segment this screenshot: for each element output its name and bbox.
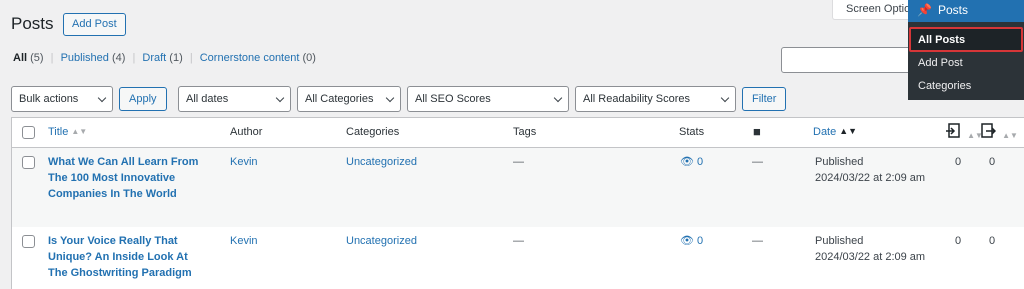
separator: | [189, 52, 193, 64]
stats-link[interactable]: 👁 0 [680, 234, 703, 247]
view-all-link[interactable]: All [13, 52, 27, 64]
date-status: Published [815, 235, 864, 247]
incoming-links-value: 0 [955, 156, 962, 168]
chevron-down-icon [275, 93, 285, 103]
post-title-line: Companies In The World [48, 188, 177, 200]
post-title-line: Unique? An Inside Look At [48, 251, 188, 263]
category-link[interactable]: Uncategorized [346, 235, 417, 247]
sort-icon: ▲▼ [1002, 131, 1018, 140]
bulk-actions-select[interactable]: Bulk actions [11, 86, 113, 112]
chevron-down-icon [385, 93, 395, 103]
tags-value: — [513, 235, 524, 247]
column-tags-label: Tags [513, 126, 537, 138]
view-draft-link[interactable]: Draft [142, 52, 166, 64]
row-checkbox[interactable] [22, 156, 35, 169]
table-row: Is Your Voice Really That Unique? An Ins… [12, 227, 1024, 289]
view-cornerstone-count: (0) [302, 52, 316, 64]
search-posts-input[interactable] [781, 47, 911, 73]
post-title-line: What We Can All Learn From [48, 156, 199, 168]
submenu-all-posts[interactable]: All Posts [918, 34, 965, 46]
stats-value: 0 [697, 235, 704, 247]
outgoing-links-value: 0 [989, 156, 996, 168]
tags-value: — [513, 156, 524, 168]
incoming-links-icon [946, 123, 960, 138]
column-title-label: Title [48, 126, 69, 138]
outgoing-links-icon [981, 123, 997, 138]
post-title-link[interactable]: What We Can All Learn From The 100 Most … [48, 154, 218, 202]
column-date-label: Date [813, 126, 837, 138]
post-status-views: All (5) | Published (4) | Draft (1) | Co… [13, 52, 316, 64]
comments-value: — [752, 235, 763, 247]
submenu-add-post[interactable]: Add Post [918, 57, 963, 69]
eye-icon: 👁 [680, 235, 694, 247]
incoming-links-column[interactable]: ▲▼ [946, 123, 983, 142]
view-cornerstone-link[interactable]: Cornerstone content [200, 52, 300, 64]
table-row: What We Can All Learn From The 100 Most … [12, 148, 1024, 227]
submenu-categories[interactable]: Categories [918, 80, 971, 92]
eye-icon: 👁 [680, 156, 694, 168]
date-status: Published [815, 156, 864, 168]
posts-table: Title ▲▼ Author Categories Tags Stats ■ D… [11, 117, 1024, 289]
category-filter-value: All Categories [305, 93, 374, 105]
comments-value: — [752, 156, 763, 168]
chevron-down-icon [553, 93, 563, 103]
stats-link[interactable]: 👁 0 [680, 155, 703, 168]
date-cell: Published 2024/03/22 at 2:09 am [815, 233, 925, 265]
row-checkbox[interactable] [22, 235, 35, 248]
author-link[interactable]: Kevin [230, 235, 258, 247]
date-filter-value: All dates [186, 93, 229, 105]
date-filter-select[interactable]: All dates [178, 86, 291, 112]
column-author-label: Author [230, 126, 263, 138]
page-title: Posts [11, 14, 54, 33]
column-title-sort[interactable]: Title ▲▼ [48, 126, 87, 138]
seo-score-filter-select[interactable]: All SEO Scores [407, 86, 569, 112]
outgoing-links-column[interactable]: ▲▼ [981, 123, 1018, 142]
view-draft-count: (1) [169, 52, 183, 64]
filter-button[interactable]: Filter [742, 87, 787, 111]
comments-icon[interactable]: ■ [753, 124, 761, 139]
incoming-links-value: 0 [955, 235, 962, 247]
view-published-link[interactable]: Published [61, 52, 109, 64]
date-value: 2024/03/22 at 2:09 am [815, 251, 926, 263]
select-all-checkbox[interactable] [22, 126, 35, 139]
separator: | [50, 52, 54, 64]
apply-button[interactable]: Apply [119, 87, 167, 111]
date-cell: Published 2024/03/22 at 2:09 am [815, 154, 925, 186]
outgoing-links-value: 0 [989, 235, 996, 247]
sort-desc-icon: ▲▼ [839, 126, 858, 136]
separator: | [132, 52, 136, 64]
readability-filter-select[interactable]: All Readability Scores [575, 86, 736, 112]
chevron-down-icon [720, 93, 730, 103]
column-categories-label: Categories [346, 126, 400, 138]
column-stats-label: Stats [679, 126, 705, 138]
column-date-sort[interactable]: Date ▲▼ [813, 126, 857, 138]
view-published-count: (4) [111, 52, 126, 64]
stats-value: 0 [697, 156, 704, 168]
post-title-link[interactable]: Is Your Voice Really That Unique? An Ins… [48, 233, 218, 281]
category-filter-select[interactable]: All Categories [297, 86, 401, 112]
chevron-down-icon [97, 93, 107, 103]
pushpin-icon: 📌 [917, 3, 932, 17]
readability-filter-value: All Readability Scores [583, 93, 690, 105]
date-value: 2024/03/22 at 2:09 am [815, 172, 926, 184]
add-post-button[interactable]: Add Post [63, 13, 126, 36]
post-title-line: The Ghostwriting Paradigm [48, 267, 192, 279]
view-all-count: (5) [30, 52, 44, 64]
post-title-line: Is Your Voice Really That [48, 235, 178, 247]
post-title-line: The 100 Most Innovative [48, 172, 176, 184]
sort-icon: ▲▼ [71, 127, 88, 136]
seo-score-filter-value: All SEO Scores [415, 93, 491, 105]
table-header: Title ▲▼ Author Categories Tags Stats ■ D… [12, 118, 1024, 148]
category-link[interactable]: Uncategorized [346, 156, 417, 168]
author-link[interactable]: Kevin [230, 156, 258, 168]
bulk-actions-value: Bulk actions [19, 93, 79, 105]
